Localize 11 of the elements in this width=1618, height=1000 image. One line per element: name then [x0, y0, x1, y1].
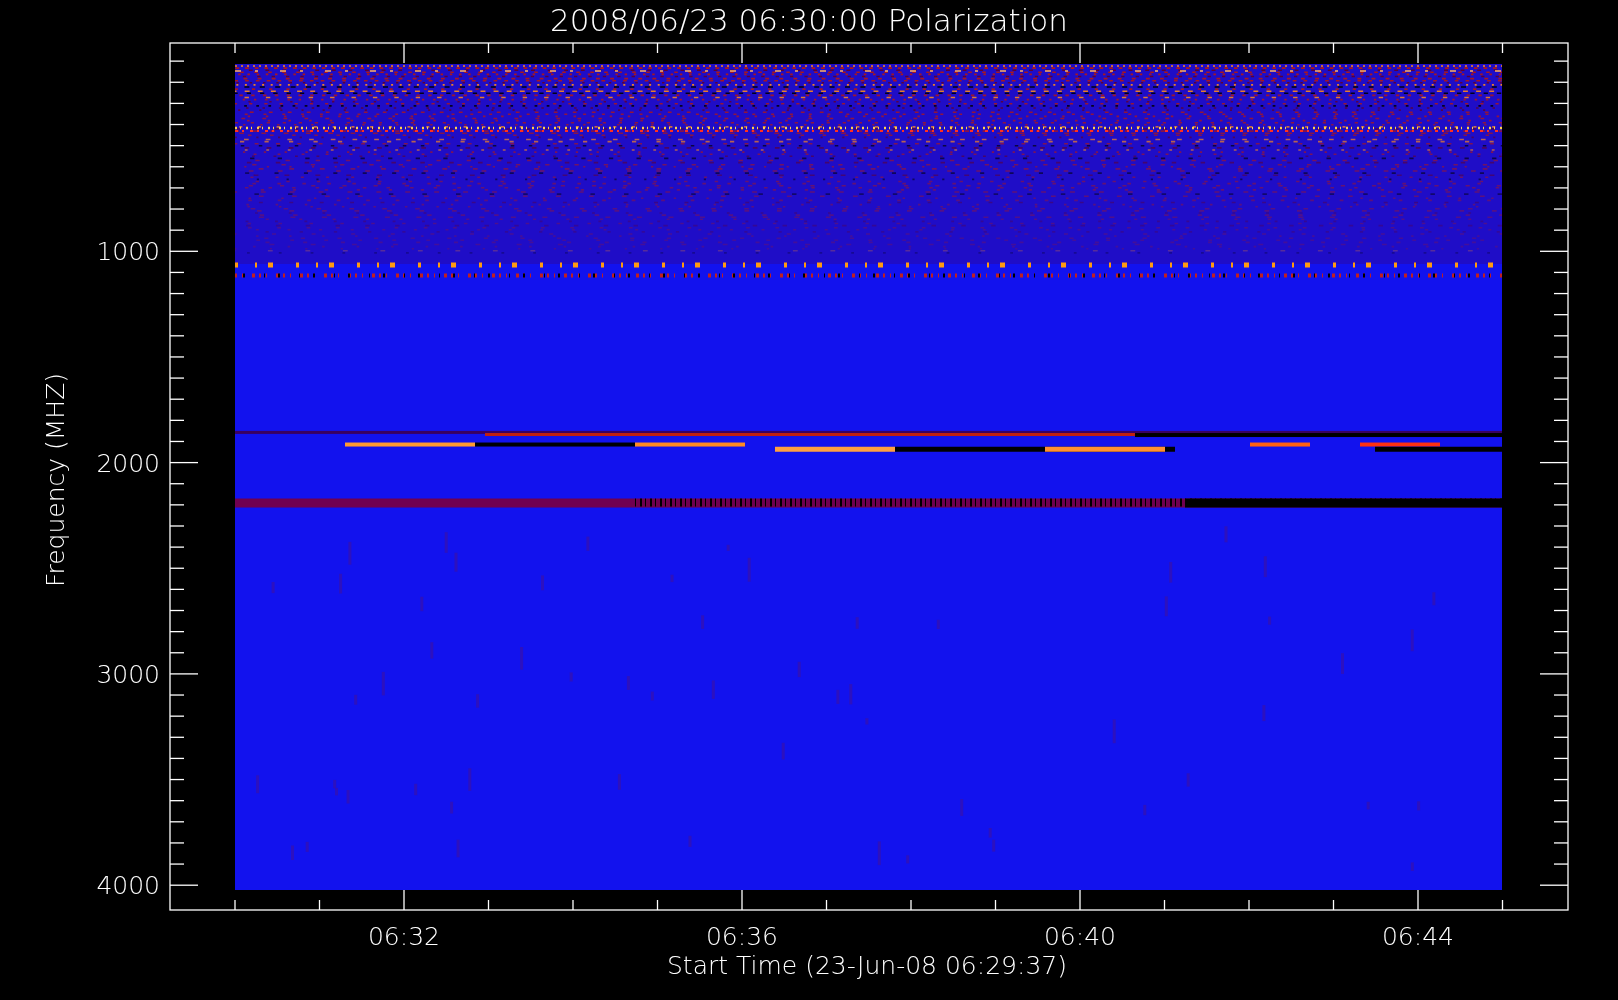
- tick-label: 06:40: [1044, 922, 1116, 951]
- tick-label: 06:32: [368, 922, 440, 951]
- tick-label: 3000: [96, 659, 160, 689]
- tick-label: 2000: [96, 448, 160, 478]
- tick-label: 4000: [96, 871, 160, 901]
- tick-label: 06:44: [1382, 922, 1454, 951]
- tick-label: 06:36: [706, 922, 778, 951]
- plot-title: 2008/06/23 06:30:00 Polarization: [550, 2, 1068, 38]
- axis-label: Start Time (23-Jun-08 06:29:37): [667, 951, 1067, 980]
- tick-label: 1000: [96, 237, 160, 267]
- axis-label: Frequency (MHZ): [41, 372, 70, 588]
